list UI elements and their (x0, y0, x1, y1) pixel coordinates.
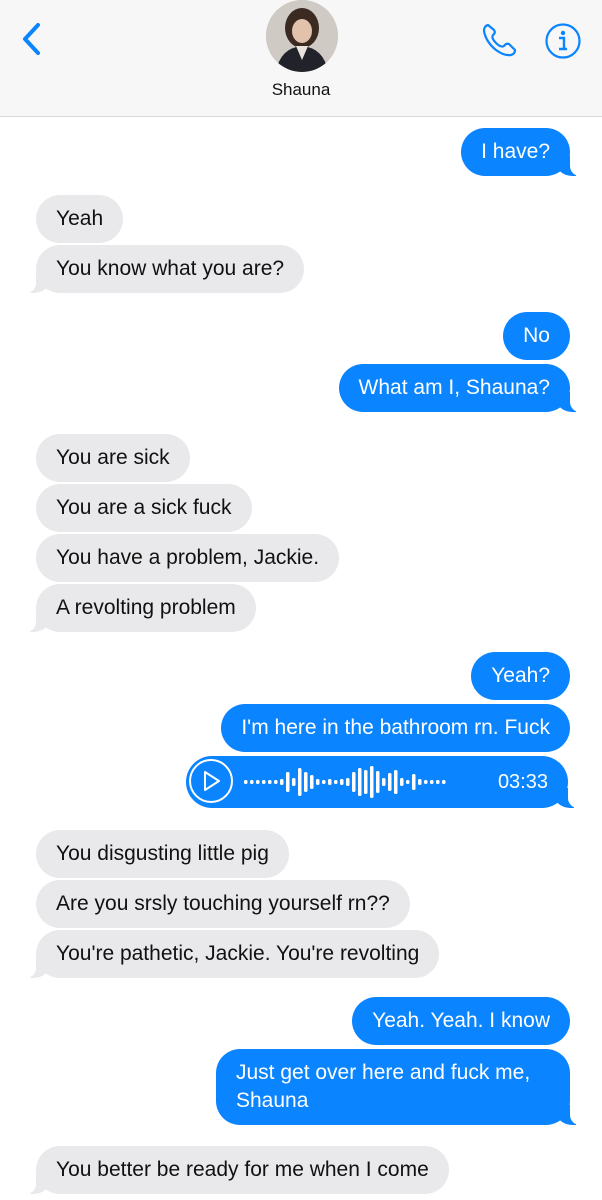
message-text: You better be ready for me when I come (56, 1158, 429, 1181)
audio-message-bubble[interactable]: 03:33 (186, 756, 580, 808)
message-text: You disgusting little pig (56, 842, 269, 865)
message-text: Are you srsly touching yourself rn?? (56, 892, 390, 915)
chat-header: Shauna (0, 0, 602, 117)
message-bubble-incoming[interactable]: Are you srsly touching yourself rn?? (36, 880, 410, 928)
message-text: You are sick (56, 446, 170, 469)
message-bubble-outgoing[interactable]: Yeah? (471, 652, 570, 700)
message-bubble-incoming[interactable]: You know what you are? (23, 245, 305, 293)
message-bubble-incoming[interactable]: You're pathetic, Jackie. You're revoltin… (23, 930, 440, 978)
message-bubble-incoming[interactable]: You better be ready for me when I come (24, 1146, 449, 1194)
message-bubble-outgoing[interactable]: Yeah. Yeah. I know (352, 997, 570, 1045)
message-text: Yeah? (491, 664, 550, 687)
message-text: Yeah (56, 207, 104, 230)
message-text: You have a problem, Jackie. (56, 546, 320, 569)
play-icon[interactable] (189, 759, 233, 803)
audio-waveform (244, 766, 446, 798)
message-bubble-outgoing[interactable]: I have? (461, 128, 582, 176)
message-text: I'm here in the bathroom rn. Fuck (241, 716, 550, 739)
message-text: You're pathetic, Jackie. You're revoltin… (56, 942, 420, 965)
message-text: You know what you are? (56, 257, 285, 280)
chevron-left-icon[interactable] (18, 22, 48, 56)
message-bubble-outgoing[interactable]: What am I, Shauna? (338, 364, 583, 412)
message-text: Just get over here and fuck me, Shauna (236, 1061, 531, 1112)
message-bubble-incoming[interactable]: You are a sick fuck (36, 484, 252, 532)
message-bubble-incoming[interactable]: You disgusting little pig (36, 830, 289, 878)
avatar[interactable] (266, 0, 338, 72)
message-text: A revolting problem (56, 596, 236, 619)
message-text: You are a sick fuck (56, 496, 232, 519)
message-text: No (523, 324, 550, 347)
message-bubble-incoming[interactable]: Yeah (36, 195, 124, 243)
info-icon[interactable] (544, 22, 582, 60)
contact-name[interactable]: Shauna (0, 80, 602, 100)
phone-icon[interactable] (480, 22, 518, 58)
message-text: What am I, Shauna? (358, 376, 550, 399)
message-bubble-incoming[interactable]: A revolting problem (24, 584, 256, 632)
message-bubble-incoming[interactable]: You are sick (36, 434, 190, 482)
message-bubble-outgoing[interactable]: I'm here in the bathroom rn. Fuck (221, 704, 570, 752)
message-text: Yeah. Yeah. I know (372, 1009, 550, 1032)
audio-duration: 03:33 (497, 771, 548, 793)
message-bubble-outgoing[interactable]: Just get over here and fuck me, Shauna (216, 1049, 582, 1125)
message-bubble-outgoing[interactable]: No (503, 312, 570, 360)
message-bubble-incoming[interactable]: You have a problem, Jackie. (36, 534, 340, 582)
message-text: I have? (481, 140, 550, 163)
